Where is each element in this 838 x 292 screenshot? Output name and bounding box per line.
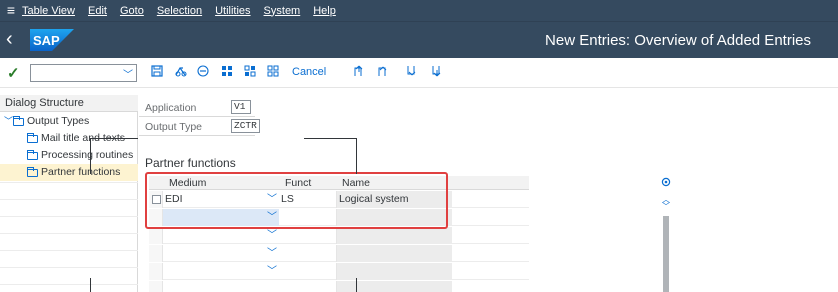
folder-icon [27, 150, 38, 160]
menu-table-view[interactable]: Table View [22, 5, 75, 17]
row-selector[interactable] [149, 227, 163, 244]
menu-help[interactable]: Help [313, 5, 336, 17]
funct-cell[interactable] [279, 263, 337, 280]
tree-item-label: Output Types [27, 115, 90, 127]
divider [139, 116, 255, 117]
connector-line [90, 138, 91, 174]
table-scrollbar[interactable]: ︿ ﹀ [660, 176, 672, 292]
name-cell [337, 263, 452, 280]
connector-line [304, 138, 356, 139]
medium-cell[interactable] [163, 281, 279, 292]
connector-line [90, 138, 138, 139]
application-toolbar: ✓ ﹀ Cancel [0, 58, 838, 88]
page-title: New Entries: Overview of Added Entries [545, 32, 811, 49]
output-type-field[interactable]: ZCTR [231, 119, 260, 133]
connector-line [356, 278, 357, 292]
tree-item-processing-routines[interactable]: Processing routines [0, 147, 138, 164]
chevron-down-icon[interactable]: ﹀ [267, 245, 277, 262]
name-cell [337, 281, 452, 292]
row-selector[interactable] [149, 245, 163, 262]
glasses-icon[interactable] [173, 65, 187, 81]
previous-page-icon[interactable] [376, 65, 390, 81]
settings-icon[interactable] [661, 176, 671, 190]
medium-cell[interactable]: ﹀ [163, 227, 279, 244]
medium-cell[interactable]: ﹀ [163, 245, 279, 262]
empty-row [0, 182, 138, 199]
connector-line [90, 278, 91, 292]
table-row: ﹀ [149, 263, 529, 280]
table-row: ﹀ [149, 227, 529, 244]
menu-bar: ≡ Table View Edit Goto Selection Utiliti… [0, 0, 838, 21]
application-label: Application [145, 102, 197, 114]
funct-cell[interactable] [279, 245, 337, 262]
menu-selection[interactable]: Selection [157, 5, 202, 17]
save-icon[interactable] [150, 65, 164, 81]
dialog-structure-title: Dialog Structure [0, 95, 138, 112]
select-all-icon[interactable] [220, 65, 234, 81]
divider [139, 135, 255, 136]
scroll-down-icon[interactable]: ﹀ [662, 201, 670, 212]
empty-row [0, 250, 138, 267]
menu-goto[interactable]: Goto [120, 5, 144, 17]
application-field[interactable]: V1 [231, 100, 251, 114]
logo-text: SAP [33, 33, 60, 48]
menu-icon[interactable]: ≡ [0, 0, 22, 21]
menu-utilities[interactable]: Utilities [215, 5, 250, 17]
title-bar: ‹ SAP New Entries: Overview of Added Ent… [0, 21, 838, 58]
cancel-button[interactable]: Cancel [292, 66, 326, 78]
name-cell [337, 245, 452, 262]
table-row: ﹀ [149, 245, 529, 262]
command-field[interactable]: ﹀ [30, 64, 137, 82]
highlight-box [145, 172, 448, 229]
last-page-icon[interactable] [430, 65, 444, 81]
folder-icon [13, 116, 24, 126]
medium-cell[interactable]: ﹀ [163, 263, 279, 280]
tree-item-label: Processing routines [41, 149, 134, 161]
folder-icon [27, 133, 38, 143]
connector-line [356, 138, 357, 174]
tree-item-partner-functions[interactable]: Partner functions [0, 164, 138, 181]
row-selector[interactable] [149, 263, 163, 280]
empty-row [0, 233, 138, 250]
table-row [149, 281, 529, 292]
empty-row [0, 199, 138, 216]
tree-item-label: Partner functions [41, 166, 121, 178]
menu-edit[interactable]: Edit [88, 5, 107, 17]
block-select-icon[interactable] [266, 65, 280, 81]
menu-system[interactable]: System [264, 5, 301, 17]
checkmark-icon[interactable]: ✓ [7, 64, 20, 82]
first-page-icon[interactable] [352, 65, 366, 81]
empty-row [0, 284, 138, 292]
row-selector[interactable] [149, 281, 163, 292]
next-page-icon[interactable] [405, 65, 419, 81]
chevron-down-icon[interactable]: ﹀ [123, 66, 133, 81]
name-cell [337, 227, 452, 244]
chevron-down-icon[interactable]: ﹀ [267, 263, 277, 280]
empty-row [0, 216, 138, 233]
output-type-label: Output Type [145, 121, 203, 133]
dialog-structure-panel: Dialog Structure ﹀ Output Types Mail tit… [0, 95, 138, 292]
minus-circle-icon[interactable] [196, 65, 210, 81]
funct-cell[interactable] [279, 227, 337, 244]
back-icon[interactable]: ‹ [6, 28, 18, 50]
empty-row [0, 267, 138, 284]
funct-cell[interactable] [279, 281, 337, 292]
deselect-icon[interactable] [243, 65, 257, 81]
tree-item-output-types[interactable]: ﹀ Output Types [0, 113, 138, 130]
scroll-thumb[interactable] [663, 216, 669, 292]
section-title: Partner functions [145, 156, 236, 170]
open-folder-icon [27, 167, 38, 177]
sap-logo: SAP [30, 29, 74, 51]
expand-arrow-icon[interactable]: ﹀ [4, 113, 13, 130]
chevron-down-icon[interactable]: ﹀ [267, 227, 277, 244]
